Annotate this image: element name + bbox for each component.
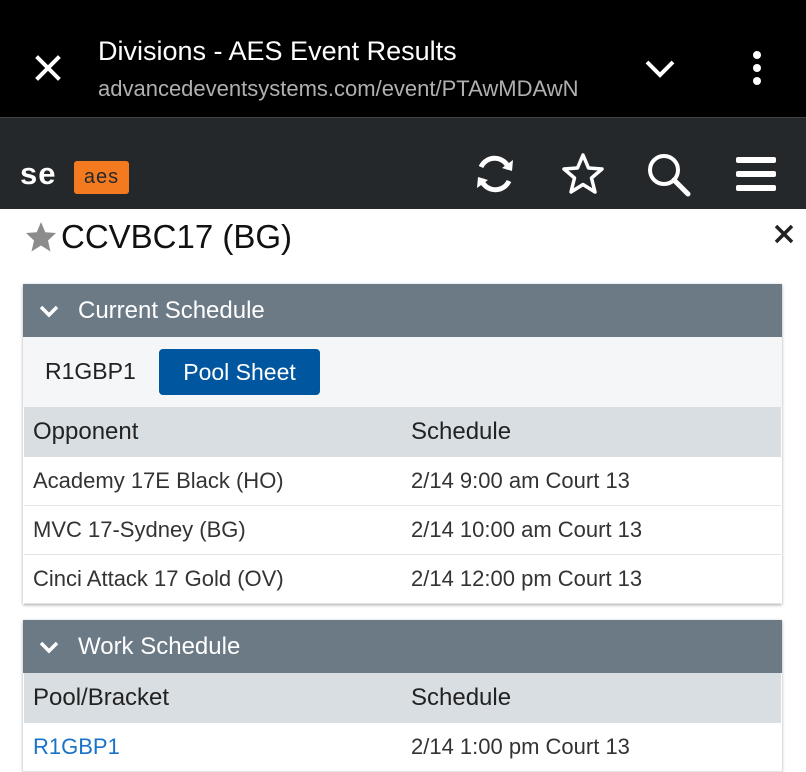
current-schedule-header[interactable]: Current Schedule xyxy=(23,284,782,337)
browser-url[interactable]: advancedeventsystems.com/event/PTAwMDAwN xyxy=(98,76,608,102)
table-row: Cinci Attack 17 Gold (OV) 2/14 12:00 pm … xyxy=(24,554,781,604)
work-schedule-table: Pool/Bracket Schedule R1GBP1 2/14 1:00 p… xyxy=(24,673,781,772)
pool-row: R1GBP1 Pool Sheet xyxy=(23,337,782,407)
column-header-pool-bracket: Pool/Bracket xyxy=(24,673,402,723)
pool-name: R1GBP1 xyxy=(45,358,136,384)
chevron-down-icon xyxy=(39,641,59,653)
column-header-schedule: Schedule xyxy=(402,407,781,457)
work-schedule-title: Work Schedule xyxy=(78,632,241,660)
app-header: se aes xyxy=(0,117,806,209)
team-name: CCVBC17 (BG) xyxy=(61,218,293,255)
current-schedule-panel: Current Schedule R1GBP1 Pool Sheet Oppon… xyxy=(23,284,782,604)
table-row: MVC 17-Sydney (BG) 2/14 10:00 am Court 1… xyxy=(24,505,781,555)
column-header-opponent: Opponent xyxy=(24,407,402,457)
star-filled-icon[interactable] xyxy=(24,220,58,254)
chevron-down-icon xyxy=(39,305,59,317)
close-icon[interactable] xyxy=(30,50,66,86)
opponent-cell: Academy 17E Black (HO) xyxy=(24,457,402,506)
table-header-row: Opponent Schedule xyxy=(24,407,781,457)
hamburger-menu-icon[interactable] xyxy=(733,151,779,197)
more-vertical-icon[interactable] xyxy=(745,48,769,88)
chevron-down-icon[interactable] xyxy=(640,52,680,86)
browser-page-title: Divisions - AES Event Results xyxy=(98,36,457,66)
pool-bracket-link[interactable]: R1GBP1 xyxy=(24,723,402,772)
logo-se-text[interactable]: se xyxy=(20,158,56,190)
team-title: CCVBC17 (BG) xyxy=(24,215,292,259)
schedule-cell: 2/14 12:00 pm Court 13 xyxy=(402,554,781,604)
opponent-cell: Cinci Attack 17 Gold (OV) xyxy=(24,554,402,604)
pool-sheet-button[interactable]: Pool Sheet xyxy=(159,349,320,395)
star-outline-icon[interactable] xyxy=(560,151,606,197)
schedule-cell: 2/14 10:00 am Court 13 xyxy=(402,505,781,555)
logo-aes-badge[interactable]: aes xyxy=(74,161,129,194)
table-row: R1GBP1 2/14 1:00 pm Court 13 xyxy=(24,723,781,772)
table-row: Academy 17E Black (HO) 2/14 9:00 am Cour… xyxy=(24,457,781,506)
search-icon[interactable] xyxy=(645,151,691,197)
table-header-row: Pool/Bracket Schedule xyxy=(24,673,781,723)
work-schedule-header[interactable]: Work Schedule xyxy=(23,620,782,673)
schedule-cell: 2/14 1:00 pm Court 13 xyxy=(402,723,781,772)
browser-tab-bar: Divisions - AES Event Results advancedev… xyxy=(0,0,806,117)
work-schedule-panel: Work Schedule Pool/Bracket Schedule R1GB… xyxy=(23,620,782,772)
opponent-cell: MVC 17-Sydney (BG) xyxy=(24,505,402,555)
current-schedule-table: Opponent Schedule Academy 17E Black (HO)… xyxy=(24,407,781,604)
close-icon[interactable] xyxy=(771,221,797,247)
schedule-cell: 2/14 9:00 am Court 13 xyxy=(402,457,781,506)
refresh-icon[interactable] xyxy=(472,151,518,197)
current-schedule-title: Current Schedule xyxy=(78,296,265,324)
column-header-schedule: Schedule xyxy=(402,673,781,723)
